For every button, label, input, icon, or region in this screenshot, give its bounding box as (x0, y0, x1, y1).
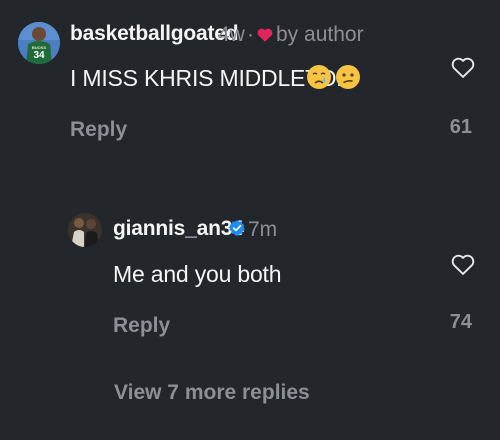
like-count: 61 (449, 116, 472, 138)
crying-face-icon (306, 64, 332, 90)
confused-face-icon (335, 64, 361, 90)
avatar-image (68, 213, 102, 247)
like-heart-icon[interactable] (448, 250, 478, 278)
verified-badge-icon (228, 219, 246, 237)
comment-time: 4w (218, 23, 245, 46)
meta-separator: · (247, 23, 254, 46)
view-more-replies-button[interactable]: View 7 more replies (114, 381, 310, 405)
avatar[interactable] (68, 213, 102, 247)
reply-button[interactable]: Reply (70, 118, 127, 142)
avatar-jersey-text: BUCKS (32, 45, 47, 50)
reply-button[interactable]: Reply (113, 314, 170, 338)
like-heart-icon[interactable] (448, 53, 478, 81)
avatar-jersey-number: 34 (33, 50, 45, 61)
avatar-image: 34 BUCKS (18, 22, 60, 64)
comment-username[interactable]: basketballgoated (70, 22, 239, 46)
avatar[interactable]: 34 BUCKS (18, 22, 60, 64)
comment-time: 7m (248, 218, 278, 241)
like-count: 74 (449, 311, 472, 333)
comment-text: Me and you both (113, 261, 282, 287)
author-heart-icon (256, 26, 274, 44)
author-badge: by author (276, 23, 364, 46)
comment-username[interactable]: giannis_an34 (113, 217, 244, 241)
